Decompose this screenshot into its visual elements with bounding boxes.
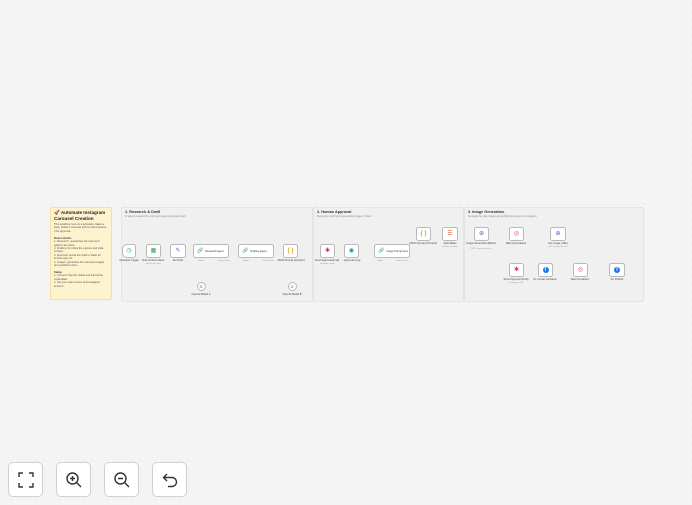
node-image-generation[interactable]: ⊕ bbox=[474, 227, 489, 241]
node-ig-publish[interactable]: f bbox=[609, 263, 625, 277]
section-image-generation[interactable]: 3. Image Generation Generate the slide i… bbox=[464, 207, 644, 302]
link-icon: 🔗 bbox=[197, 247, 204, 254]
node-subtitle: POST: api.openai.com bbox=[470, 248, 492, 250]
setup-item-2: 2. Set your topic source and Instagram a… bbox=[54, 281, 101, 288]
openai-icon: ⊛ bbox=[290, 284, 294, 289]
section-title: 1. Research & Draft bbox=[125, 210, 161, 214]
slack-icon: ✱ bbox=[324, 248, 331, 254]
fit-view-button[interactable] bbox=[8, 462, 43, 497]
undo-icon bbox=[162, 473, 177, 487]
node-label: Wait (Container) bbox=[570, 278, 590, 281]
node-label: Set Topic bbox=[172, 259, 184, 262]
how-item-1: 1. Research: researches the topic and ga… bbox=[54, 240, 100, 247]
clock-icon: ◷ bbox=[126, 248, 132, 254]
node-send-approval-email[interactable]: ✱ bbox=[320, 244, 335, 258]
section-desc: Generate the slide images and publish th… bbox=[468, 215, 538, 218]
node-wait-generation[interactable]: ◎ bbox=[509, 227, 524, 241]
node-label: Wait (Generation) bbox=[505, 242, 527, 245]
zoom-in-button[interactable] bbox=[56, 462, 91, 497]
node-approval-loop[interactable]: ◉ bbox=[344, 244, 359, 258]
how-item-2: 2. Drafting: AI writes the caption and s… bbox=[54, 247, 104, 254]
node-image-prompt-gen[interactable]: 🔗 Image Prompt Gen bbox=[374, 244, 410, 258]
node-subtitle: GET: api.openai.com bbox=[548, 245, 568, 248]
node-wait-container[interactable]: ◎ bbox=[573, 263, 588, 277]
pencil-icon: ✎ bbox=[175, 248, 181, 254]
node-label: JSON Format (Content) bbox=[277, 259, 305, 262]
node-label: IG: Publish bbox=[610, 278, 624, 281]
how-item-3: 3. Approval: sends the draft to Slack fo… bbox=[54, 253, 101, 261]
globe-icon: ⊕ bbox=[555, 231, 561, 237]
node-research-agent[interactable]: 🔗 Research Agent bbox=[193, 244, 229, 258]
node-subtitle: Include: all items bbox=[442, 245, 458, 248]
node-openai-model-b[interactable]: ⊛ bbox=[287, 282, 297, 291]
node-subtitle: message: send bbox=[319, 262, 335, 265]
zoom-in-icon bbox=[65, 471, 81, 487]
section-desc: AI agents research the topic and create … bbox=[125, 215, 187, 218]
section-title: 3. Image Generation bbox=[468, 210, 505, 214]
facebook-icon: f bbox=[542, 267, 549, 273]
braces-icon: { } bbox=[420, 231, 427, 237]
zoom-out-button[interactable] bbox=[104, 462, 139, 497]
slack-icon: ✱ bbox=[513, 267, 520, 273]
node-json-format-prompts[interactable]: { } bbox=[416, 227, 431, 241]
link-icon: 🔗 bbox=[378, 247, 385, 254]
section-title: 2. Human Approval bbox=[317, 210, 352, 214]
fullscreen-icon bbox=[17, 471, 34, 488]
node-label: Approval Loop bbox=[343, 259, 361, 262]
sheets-icon: ▦ bbox=[150, 248, 157, 254]
rocket-icon: 🚀 bbox=[54, 210, 60, 215]
overview-intro: This workflow runs on a schedule, takes … bbox=[54, 223, 107, 233]
facebook-icon: f bbox=[614, 267, 620, 273]
node-drafting-agent[interactable]: 🔗 Drafting Agent bbox=[238, 244, 274, 258]
braces-icon: { } bbox=[287, 248, 294, 254]
list-icon: ☰ bbox=[447, 231, 453, 237]
section-desc: Review the draft before generating image… bbox=[317, 215, 372, 218]
globe-icon: ⊕ bbox=[478, 231, 485, 237]
node-label: OpenAI Model B bbox=[282, 293, 302, 296]
node-schedule-trigger[interactable]: ◷ bbox=[122, 244, 136, 258]
timer-icon: ◎ bbox=[577, 267, 584, 273]
link-icon: 🔗 bbox=[242, 247, 249, 254]
node-label: Image Generation (Batch) bbox=[466, 242, 496, 245]
node-openai-model-a[interactable]: ⊛ bbox=[196, 282, 206, 291]
node-json-format-content[interactable]: { } bbox=[283, 244, 298, 258]
sticky-note-overview[interactable]: 🚀 Automate Instagram Carousel Creation T… bbox=[50, 207, 112, 300]
node-get-image-url[interactable]: ⊕ bbox=[550, 227, 566, 241]
node-send-approval-final[interactable]: ✱ bbox=[509, 263, 524, 277]
undo-button[interactable] bbox=[152, 462, 187, 497]
port-label-model: Model bbox=[198, 260, 204, 262]
overview-title: 🚀 Automate Instagram Carousel Creation bbox=[54, 210, 106, 221]
node-label: OpenAI Model A bbox=[191, 293, 211, 296]
node-label: JSON Format (Prompts) bbox=[409, 242, 437, 245]
node-find-content-ideas[interactable]: ▦ bbox=[146, 244, 161, 258]
node-label: IG: Create Container bbox=[533, 278, 557, 281]
port-label-model: Model bbox=[377, 260, 383, 262]
port-label-output-parser: Output Parser bbox=[395, 260, 409, 262]
node-subtitle: sheets: get rows bbox=[145, 262, 161, 265]
openai-icon: ⊛ bbox=[199, 284, 203, 289]
port-label-output-parser: Output Parser bbox=[261, 260, 275, 262]
zoom-out-icon bbox=[113, 471, 129, 487]
port-label-output-parser: Output Parser bbox=[217, 260, 231, 262]
node-ig-create-container[interactable]: f bbox=[538, 263, 553, 277]
timer-icon: ◎ bbox=[513, 231, 520, 237]
node-split-slides[interactable]: ☰ bbox=[442, 227, 458, 241]
eye-icon: ◉ bbox=[348, 248, 355, 254]
node-label: Schedule Trigger bbox=[119, 259, 139, 262]
node-subtitle: message: send bbox=[508, 281, 524, 284]
how-item-4: 4. Images: generates the carousel images… bbox=[54, 260, 105, 268]
port-label-model: Model bbox=[243, 260, 249, 262]
node-set-topic[interactable]: ✎ bbox=[170, 244, 186, 258]
